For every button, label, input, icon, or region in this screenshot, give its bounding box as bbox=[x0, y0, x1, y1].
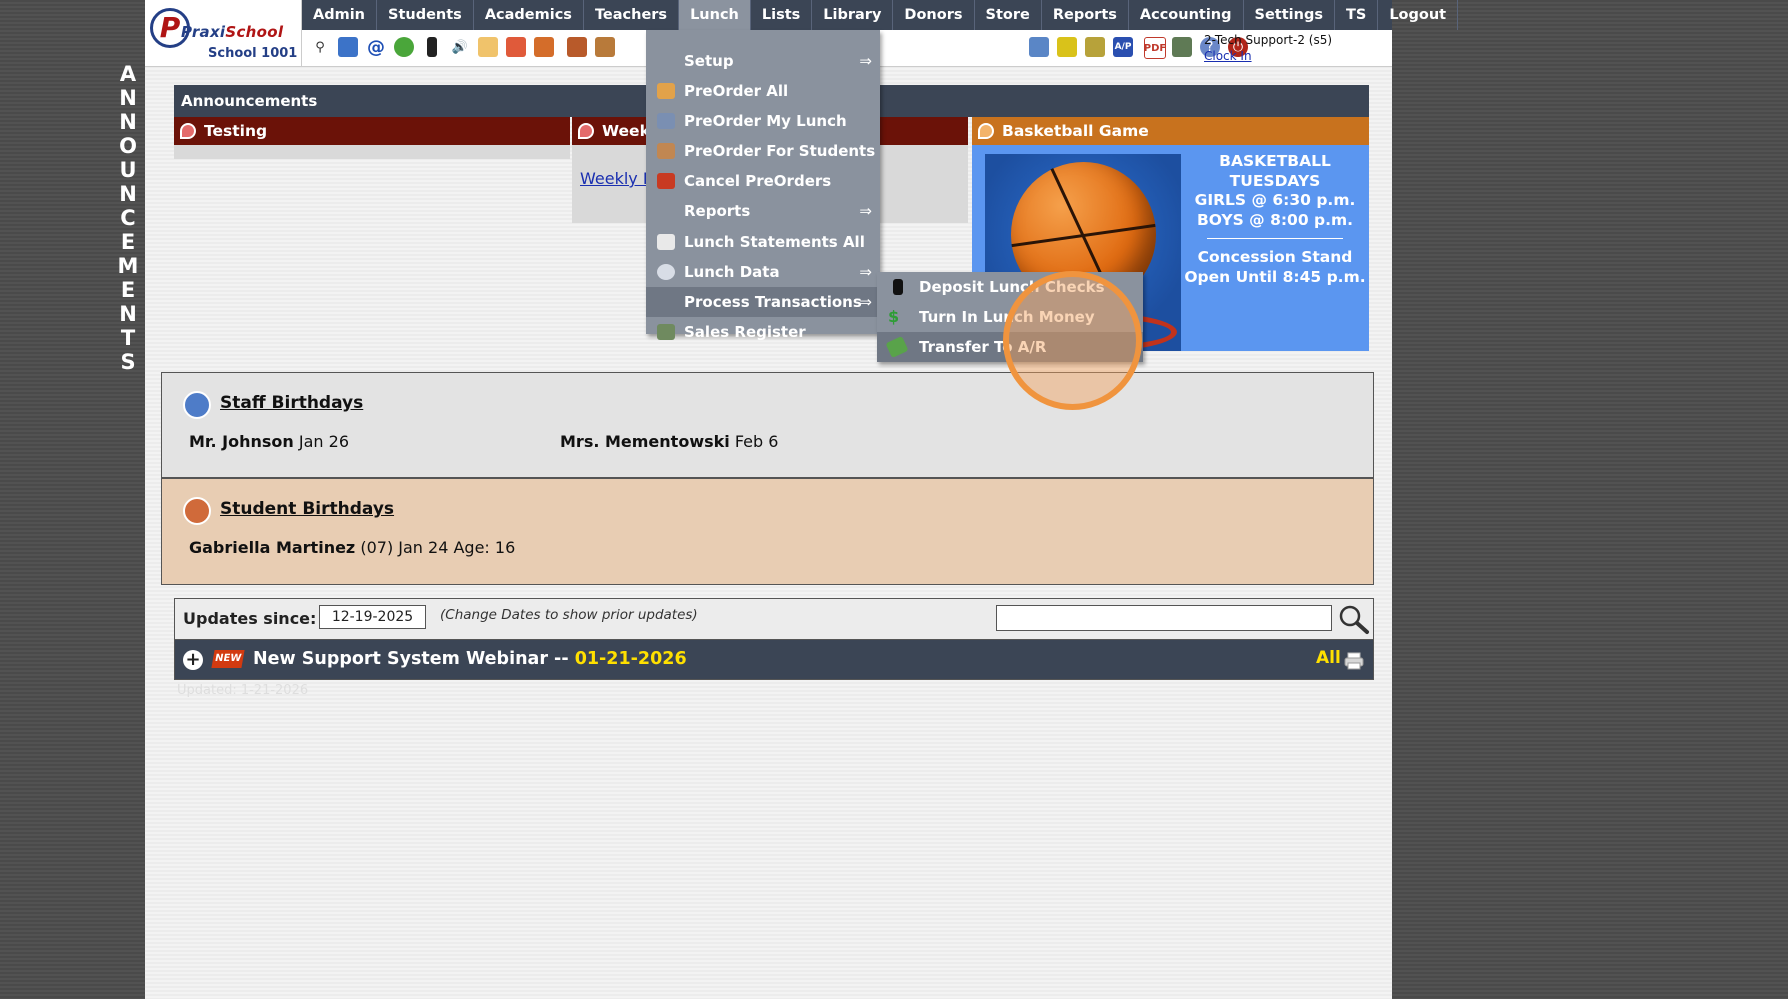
staff-birthdays-section: Staff Birthdays Mr. Johnson Jan 26 Mrs. … bbox=[161, 372, 1374, 478]
cancel-icon bbox=[657, 173, 675, 189]
school-name: School 1001 bbox=[208, 46, 298, 61]
pin-icon bbox=[578, 123, 594, 139]
teacher-icon[interactable] bbox=[567, 37, 587, 57]
nav-accounting[interactable]: Accounting bbox=[1129, 0, 1244, 30]
nav-ts[interactable]: TS bbox=[1335, 0, 1379, 30]
students-icon bbox=[657, 143, 675, 159]
praxischool-logo[interactable]: P PraxiSchool School 1001 bbox=[145, 0, 302, 67]
menu-item-process-transactions[interactable]: Process Transactions ⇒ bbox=[646, 287, 880, 317]
panel-testing-body bbox=[174, 145, 570, 159]
staff-birthday-entry: Mrs. Mementowski Feb 6 bbox=[560, 432, 779, 451]
pin-icon bbox=[978, 123, 994, 139]
menu-item-lunch-data[interactable]: Lunch Data ⇒ bbox=[646, 257, 880, 287]
printer-icon[interactable] bbox=[1085, 37, 1105, 57]
menu-item-cancel-preorders[interactable]: Cancel PreOrders bbox=[646, 166, 880, 196]
expand-icon[interactable]: + bbox=[183, 650, 203, 670]
new-badge: NEW bbox=[211, 650, 245, 668]
calendar-icon[interactable] bbox=[506, 37, 526, 57]
nav-settings[interactable]: Settings bbox=[1244, 0, 1335, 30]
menu-item-preorder-all[interactable]: PreOrder All bbox=[646, 76, 880, 106]
chat-icon[interactable] bbox=[394, 37, 414, 57]
email-icon[interactable]: @ bbox=[366, 37, 386, 58]
calendar-grid-icon[interactable] bbox=[338, 37, 358, 57]
nav-donors[interactable]: Donors bbox=[893, 0, 975, 30]
nav-academics[interactable]: Academics bbox=[474, 0, 584, 30]
user-info: 2-Tech Support-2 (s5) Clock In bbox=[1204, 32, 1332, 64]
nav-teachers[interactable]: Teachers bbox=[584, 0, 680, 30]
updates-hint: (Change Dates to show prior updates) bbox=[440, 607, 698, 623]
student-birthdays-title[interactable]: Student Birthdays bbox=[183, 499, 394, 519]
menu-item-sales-register[interactable]: Sales Register bbox=[646, 317, 880, 347]
menu-item-preorder-for-students[interactable]: PreOrder For Students bbox=[646, 136, 880, 166]
top-nav: Admin Students Academics Teachers Lunch … bbox=[302, 0, 1459, 30]
register-icon bbox=[657, 324, 675, 340]
search-icon[interactable]: ⚲ bbox=[310, 37, 330, 57]
updates-search-input[interactable] bbox=[996, 605, 1332, 631]
pdf-icon[interactable]: PDF bbox=[1144, 37, 1166, 59]
nav-students[interactable]: Students bbox=[377, 0, 474, 30]
search-icon[interactable] bbox=[1337, 603, 1371, 635]
document-icon[interactable] bbox=[478, 37, 498, 57]
nav-logout[interactable]: Logout bbox=[1378, 0, 1459, 30]
panel-testing-header: Testing bbox=[174, 117, 570, 145]
user-name: 2-Tech Support-2 (s5) bbox=[1204, 33, 1333, 47]
announcements-side-label: ANN OUN CEM ENT S bbox=[117, 62, 139, 374]
menu-item-lunch-statements-all[interactable]: Lunch Statements All bbox=[646, 227, 880, 257]
all-link[interactable]: All bbox=[1316, 648, 1341, 668]
nav-store[interactable]: Store bbox=[975, 0, 1042, 30]
click-indicator bbox=[1003, 271, 1142, 410]
updates-bar: Updates since: 12-19-2025 (Change Dates … bbox=[174, 598, 1374, 640]
people-icon bbox=[657, 83, 675, 99]
table-icon[interactable] bbox=[1029, 37, 1049, 57]
student-icon[interactable] bbox=[595, 37, 615, 57]
database-icon bbox=[657, 264, 675, 280]
nav-lunch[interactable]: Lunch bbox=[679, 0, 751, 30]
panel-basketball-header: Basketball Game bbox=[972, 117, 1369, 145]
basketball-flyer-text: BASKETBALL TUESDAYS GIRLS @ 6:30 p.m. BO… bbox=[1184, 152, 1366, 286]
clock-in-link[interactable]: Clock In bbox=[1204, 48, 1332, 64]
student-birthday-entry: Gabriella Martinez (07) Jan 24 Age: 16 bbox=[189, 538, 516, 557]
weekly-link[interactable]: Weekly N bbox=[580, 169, 655, 188]
news-title[interactable]: New Support System Webinar -- 01-21-2026 bbox=[253, 649, 687, 669]
lunch-dropdown-menu: Setup ⇒ PreOrder All PreOrder My Lunch Pr… bbox=[646, 30, 880, 341]
printer-icon[interactable] bbox=[1344, 652, 1364, 670]
speaker-icon[interactable]: 🔊 bbox=[450, 37, 470, 57]
panel-testing: Testing bbox=[174, 117, 570, 159]
nav-reports[interactable]: Reports bbox=[1042, 0, 1129, 30]
megaphone-icon[interactable] bbox=[534, 37, 554, 57]
menu-item-reports[interactable]: Reports ⇒ bbox=[646, 196, 880, 226]
person-icon bbox=[657, 113, 675, 129]
news-item[interactable]: + NEW New Support System Webinar -- 01-2… bbox=[174, 640, 1374, 680]
nav-library[interactable]: Library bbox=[812, 0, 894, 30]
money-stack-icon[interactable] bbox=[1172, 37, 1192, 57]
updates-since-label: Updates since: bbox=[183, 609, 317, 628]
card-icon[interactable] bbox=[1057, 37, 1077, 57]
ap-icon[interactable]: A/P bbox=[1113, 37, 1133, 57]
menu-item-setup[interactable]: Setup ⇒ bbox=[646, 46, 880, 76]
statement-icon bbox=[657, 234, 675, 250]
menu-item-preorder-my-lunch[interactable]: PreOrder My Lunch bbox=[646, 106, 880, 136]
updates-date-input[interactable]: 12-19-2025 bbox=[319, 605, 426, 629]
phone-icon[interactable] bbox=[427, 37, 437, 57]
staff-birthday-entry: Mr. Johnson Jan 26 bbox=[189, 432, 350, 451]
news-updated-note: Updated: 1-21-2026 bbox=[177, 683, 309, 698]
phone-icon bbox=[893, 279, 903, 295]
dollar-icon: $ bbox=[888, 307, 900, 326]
nav-admin[interactable]: Admin bbox=[302, 0, 378, 30]
staff-birthdays-title[interactable]: Staff Birthdays bbox=[183, 393, 363, 413]
nav-lists[interactable]: Lists bbox=[751, 0, 813, 30]
logo-brand: PraxiSchool bbox=[181, 23, 284, 41]
money-icon bbox=[885, 335, 909, 359]
student-birthdays-section: Student Birthdays Gabriella Martinez (07… bbox=[161, 478, 1374, 585]
pin-icon bbox=[180, 123, 196, 139]
